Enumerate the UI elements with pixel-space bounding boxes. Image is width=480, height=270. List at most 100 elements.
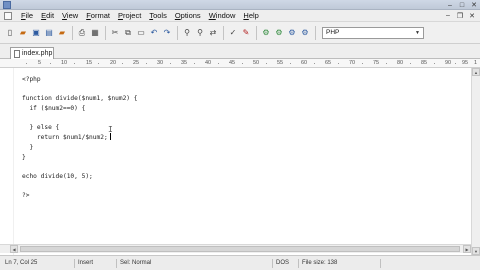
document-window-controls: – ❐ ✕ <box>444 11 476 20</box>
menu-bar: File Edit View Format Project Tools Opti… <box>0 10 480 22</box>
minimize-icon[interactable]: – <box>444 0 456 10</box>
ruler-tick <box>290 63 291 64</box>
menu-view[interactable]: View <box>58 10 82 22</box>
new-file-icon[interactable]: ▯ <box>4 26 16 39</box>
menu-project[interactable]: Project <box>114 10 145 22</box>
editor-gutter <box>0 68 14 255</box>
open-folder-icon[interactable]: ▰ <box>17 26 29 39</box>
ruler-tick <box>434 63 435 64</box>
ruler-label: 1 <box>474 60 478 66</box>
code-line: } <box>22 143 34 151</box>
code-line: } else { <box>22 124 60 132</box>
maximize-icon[interactable]: □ <box>456 0 468 10</box>
ruler-tick <box>98 63 99 64</box>
ruler-label: 10 <box>61 60 68 66</box>
toolbar-separator <box>72 25 73 40</box>
copy-icon[interactable]: ⧉ <box>122 26 134 39</box>
ruler-label: 95 <box>462 60 469 66</box>
app-icon <box>3 1 11 9</box>
doc-restore-icon[interactable]: ❐ <box>456 11 464 20</box>
tab-label: index.php <box>22 50 53 57</box>
save-all-icon[interactable]: ▤ <box>43 26 55 39</box>
tab-index-php[interactable]: index.php <box>10 47 54 59</box>
ruler-label: 70 <box>349 60 356 66</box>
status-empty <box>380 259 478 268</box>
find-icon[interactable]: ⚲ <box>181 26 193 39</box>
menu-window[interactable]: Window <box>205 10 240 22</box>
document-tab-bar: index.php <box>0 44 480 59</box>
scroll-right-icon[interactable]: ▶ <box>463 245 471 253</box>
cut-icon[interactable]: ✂ <box>109 26 121 39</box>
ruler-tick <box>26 63 27 64</box>
scroll-down-icon[interactable]: ▼ <box>472 247 480 255</box>
ruler-tick <box>314 63 315 64</box>
print-preview-icon[interactable]: ▦ <box>89 26 101 39</box>
ruler-tick <box>455 63 456 64</box>
ruler-label: 85 <box>421 60 428 66</box>
ruler-label: 30 <box>157 60 164 66</box>
ruler-tick <box>410 63 411 64</box>
replace-icon[interactable]: ⇄ <box>207 26 219 39</box>
ruler-label: 75 <box>373 60 380 66</box>
status-line-endings: DOS <box>272 259 296 268</box>
menu-format[interactable]: Format <box>82 10 114 22</box>
ruler-tick <box>170 63 171 64</box>
menu-file[interactable]: File <box>17 10 37 22</box>
file-icon <box>14 49 20 58</box>
code-line: function divide($num1, $num2) { <box>22 95 138 103</box>
language-select[interactable]: PHP ▼ <box>322 26 424 39</box>
ruler-label: 50 <box>253 60 260 66</box>
paste-icon[interactable]: ▭ <box>135 26 147 39</box>
find-next-icon[interactable]: ⚲ <box>194 26 206 39</box>
menu-options[interactable]: Options <box>171 10 205 22</box>
ruler-tick <box>146 63 147 64</box>
code-line: ?> <box>22 192 30 200</box>
run-icon[interactable]: ⚙ <box>260 26 272 39</box>
ruler-tick <box>74 63 75 64</box>
ruler-tick <box>338 63 339 64</box>
save-icon[interactable]: ▣ <box>30 26 42 39</box>
menu-edit[interactable]: Edit <box>37 10 58 22</box>
doc-minimize-icon[interactable]: – <box>444 11 452 20</box>
build-icon[interactable]: ⚙ <box>273 26 285 39</box>
toolbar-separator <box>105 25 106 40</box>
horizontal-scrollbar[interactable]: ◀ ▶ <box>0 244 471 253</box>
status-bar: Ln 7, Col 25 Insert Sel: Normal DOS File… <box>0 255 480 270</box>
ruler-tick <box>218 63 219 64</box>
menu-help[interactable]: Help <box>239 10 262 22</box>
vertical-scrollbar[interactable]: ▲ ▼ <box>471 68 480 255</box>
toolbar-separator <box>256 25 257 40</box>
code-area[interactable]: <?php function divide($num1, $num2) { if… <box>22 75 137 201</box>
code-editor[interactable]: <?php function divide($num1, $num2) { if… <box>0 68 471 255</box>
scroll-left-icon[interactable]: ◀ <box>10 245 18 253</box>
ruler-tick <box>194 63 195 64</box>
status-selection: Sel: Normal <box>116 259 266 268</box>
ruler-tick <box>50 63 51 64</box>
redo-icon[interactable]: ↷ <box>161 26 173 39</box>
open-project-icon[interactable]: ▰ <box>56 26 68 39</box>
ruler-label: 40 <box>205 60 212 66</box>
ruler-label: 45 <box>229 60 236 66</box>
print-icon[interactable]: ⎙ <box>76 26 88 39</box>
code-line: if ($num2==0) { <box>22 105 86 113</box>
code-line-current: return $num1/$num2; <box>22 133 137 143</box>
window-controls: – □ ✕ <box>444 0 480 10</box>
menu-tools[interactable]: Tools <box>145 10 171 22</box>
spell-check-icon[interactable]: ✓ <box>227 26 239 39</box>
close-icon[interactable]: ✕ <box>468 0 480 10</box>
code-line: } <box>22 153 26 161</box>
scroll-up-icon[interactable]: ▲ <box>472 68 480 76</box>
undo-icon[interactable]: ↶ <box>148 26 160 39</box>
ruler-label: 65 <box>325 60 332 66</box>
title-bar: – □ ✕ <box>0 0 480 10</box>
scrollbar-thumb[interactable] <box>20 246 460 252</box>
ruler-label: 80 <box>397 60 404 66</box>
tools-icon[interactable]: ✎ <box>240 26 252 39</box>
debug-icon[interactable]: ⚙ <box>286 26 298 39</box>
settings-icon[interactable]: ⚙ <box>299 26 311 39</box>
doc-close-icon[interactable]: ✕ <box>468 11 476 20</box>
ruler-tick <box>242 63 243 64</box>
code-line-text: return $num1/$num2; <box>22 134 108 142</box>
